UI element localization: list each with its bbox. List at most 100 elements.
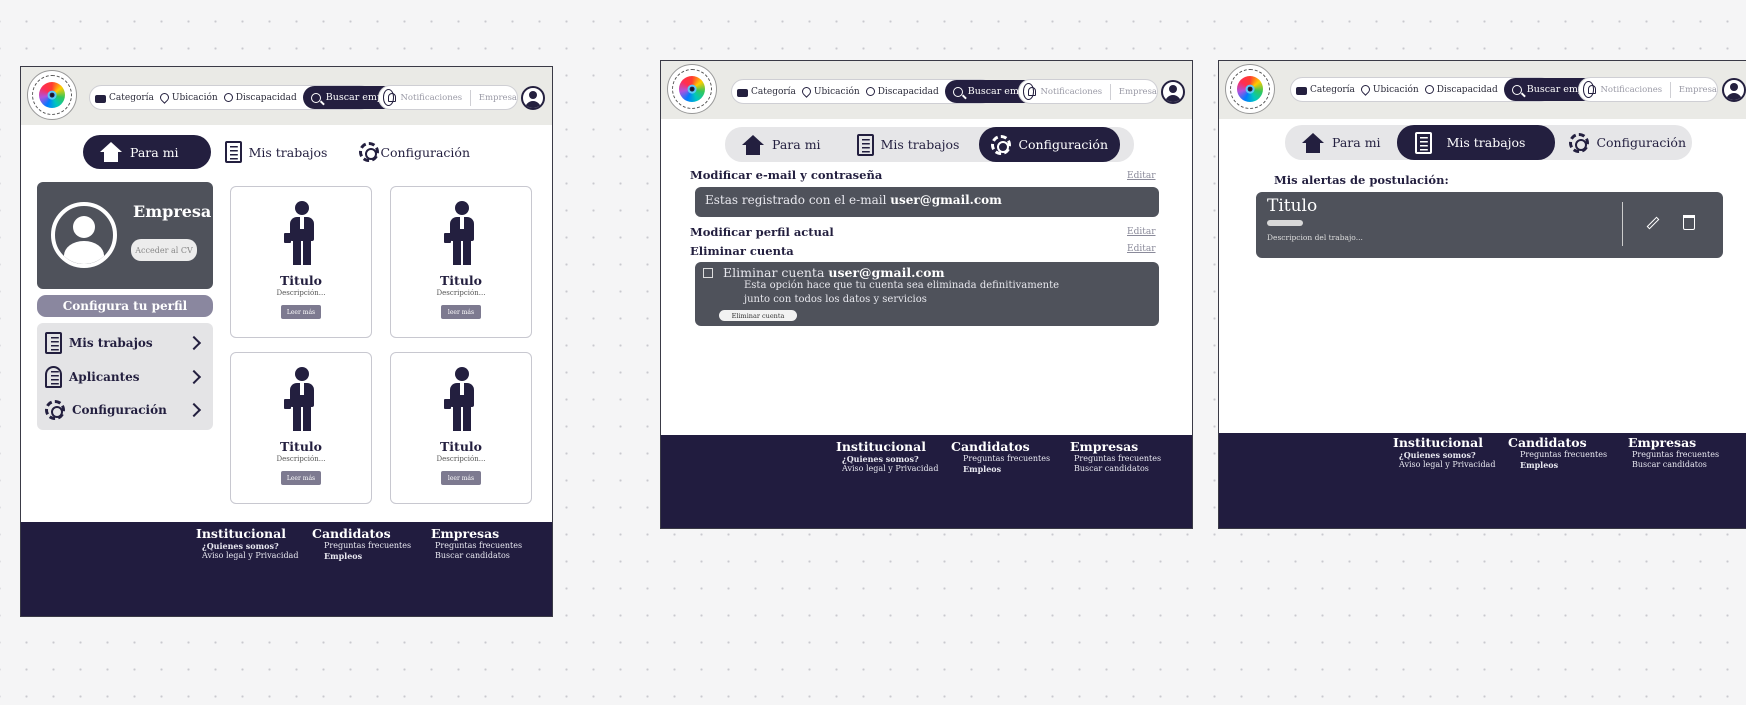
location-pin-icon	[1359, 83, 1372, 96]
footer-link[interactable]: Preguntas frecuentes	[435, 541, 522, 551]
section-title: Modificar perfil actual	[690, 225, 834, 239]
delete-account-checkbox[interactable]	[703, 268, 713, 278]
side-menu-item-mis-trabajos[interactable]: Mis trabajos	[45, 329, 205, 357]
home-icon	[1301, 132, 1325, 153]
edit-email-link[interactable]: Editar	[1127, 171, 1156, 181]
footer-link[interactable]: ¿Quienes somos?	[1399, 450, 1495, 460]
footer-link[interactable]: Buscar candidatos	[1632, 460, 1719, 470]
footer-link[interactable]: Empleos	[963, 464, 1050, 474]
disability-filter[interactable]: Discapacidad	[865, 87, 939, 97]
job-card[interactable]: Titulo Descripción... leer más	[390, 352, 532, 504]
side-menu-item-configuracion[interactable]: Configuración	[45, 396, 205, 424]
edit-icon[interactable]	[1646, 216, 1660, 230]
job-alert-card[interactable]: Titulo Descripcion del trabajo...	[1256, 192, 1723, 258]
company-link[interactable]: Empresa	[1679, 85, 1717, 95]
header: Categoría Ubicación Discapacidad Buscar …	[661, 61, 1192, 119]
home-icon	[99, 142, 123, 162]
wheelchair-icon	[865, 87, 875, 96]
job-card[interactable]: Titulo Descripción... leer más	[390, 186, 532, 338]
configure-profile-button[interactable]: Configura tu perfil	[37, 295, 213, 317]
new-vision-logo[interactable]	[27, 70, 77, 120]
location-pin-icon	[800, 85, 813, 98]
screen-para-mi: Categoría Ubicación Discapacidad Buscar …	[20, 66, 553, 617]
user-avatar-icon[interactable]	[521, 86, 545, 110]
company-link[interactable]: Empresa	[1119, 87, 1157, 97]
applicant-icon	[45, 366, 62, 388]
side-menu: Mis trabajos Aplicantes Configuración	[37, 323, 213, 430]
screen-mis-trabajos: Categoría Ubicación Discapacidad Buscar …	[1218, 60, 1746, 529]
footer-link[interactable]: Aviso legal y Privacidad	[1399, 460, 1495, 470]
category-filter[interactable]: Categoría	[95, 93, 154, 103]
edit-delete-link[interactable]: Editar	[1127, 244, 1156, 254]
category-filter[interactable]: Categoría	[1296, 85, 1355, 95]
header: Categoría Ubicación Discapacidad Buscar …	[21, 67, 552, 125]
footer-link[interactable]: Aviso legal y Privacidad	[202, 551, 298, 561]
footer-link[interactable]: Buscar candidatos	[435, 551, 522, 561]
businessman-icon	[284, 201, 317, 265]
search-icon	[952, 86, 963, 97]
briefcase-icon	[1296, 86, 1307, 95]
bell-icon[interactable]	[383, 89, 397, 106]
read-more-button[interactable]: leer más	[441, 305, 481, 319]
tab-bar: Para mi Mis trabajos Configuración	[83, 135, 482, 169]
read-more-button[interactable]: Leer más	[281, 305, 321, 319]
tab-configuracion[interactable]: Configuración	[347, 135, 482, 169]
tab-para-mi[interactable]: Para mi	[83, 135, 211, 169]
bell-icon[interactable]	[1583, 81, 1597, 98]
section-title: Modificar e-mail y contraseña	[690, 168, 883, 182]
disability-filter[interactable]: Discapacidad	[1424, 85, 1498, 95]
footer-link[interactable]: Preguntas frecuentes	[963, 454, 1050, 464]
read-more-button[interactable]: Leer más	[281, 471, 321, 485]
edit-profile-link[interactable]: Editar	[1127, 227, 1156, 237]
user-avatar-icon[interactable]	[1722, 78, 1746, 102]
user-avatar-icon[interactable]	[1161, 80, 1185, 104]
notifications-link[interactable]: Notificaciones	[1040, 87, 1102, 97]
footer-link[interactable]: ¿Quienes somos?	[202, 541, 298, 551]
footer-link[interactable]: Empleos	[324, 551, 411, 561]
new-vision-logo[interactable]	[1225, 64, 1275, 114]
tab-mis-trabajos[interactable]: Mis trabajos	[213, 135, 340, 169]
job-card[interactable]: Titulo Descripción... Leer más	[230, 186, 372, 338]
cv-icon	[1414, 131, 1432, 154]
profile-avatar-icon	[51, 202, 117, 268]
footer-link[interactable]: Preguntas frecuentes	[1074, 454, 1161, 464]
location-filter[interactable]: Ubicación	[158, 91, 218, 104]
access-cv-button[interactable]: Acceder al CV	[131, 239, 197, 261]
category-filter[interactable]: Categoría	[737, 87, 796, 97]
footer-link[interactable]: Preguntas frecuentes	[1520, 450, 1607, 460]
delete-account-button[interactable]: Eliminar cuenta	[719, 310, 797, 321]
footer-link[interactable]: ¿Quienes somos?	[842, 454, 938, 464]
footer: Institucional ¿Quienes somos? Aviso lega…	[1219, 433, 1746, 528]
read-more-button[interactable]: leer más	[441, 471, 481, 485]
notifications-link[interactable]: Notificaciones	[1600, 85, 1662, 95]
notifications-link[interactable]: Notificaciones	[400, 93, 462, 103]
footer-link[interactable]: Preguntas frecuentes	[1632, 450, 1719, 460]
bell-icon[interactable]	[1023, 83, 1037, 100]
wheelchair-icon	[1424, 85, 1434, 94]
tab-mis-trabajos[interactable]: Mis trabajos	[845, 127, 972, 162]
footer-link[interactable]: Preguntas frecuentes	[324, 541, 411, 551]
gear-icon	[991, 134, 1012, 155]
tab-para-mi[interactable]: Para mi	[1285, 125, 1397, 160]
trash-icon[interactable]	[1683, 215, 1695, 230]
search-icon	[1511, 84, 1522, 95]
chevron-right-icon	[186, 402, 202, 418]
gear-icon	[1569, 132, 1590, 153]
location-filter[interactable]: Ubicación	[1359, 83, 1419, 96]
tab-configuracion[interactable]: Configuración	[979, 127, 1121, 162]
company-link[interactable]: Empresa	[479, 93, 517, 103]
footer-link[interactable]: Empleos	[1520, 460, 1607, 470]
footer-link[interactable]: Aviso legal y Privacidad	[842, 464, 938, 474]
job-card[interactable]: Titulo Descripción... Leer más	[230, 352, 372, 504]
search-icon	[310, 92, 321, 103]
tab-mis-trabajos[interactable]: Mis trabajos	[1396, 125, 1556, 160]
tab-para-mi[interactable]: Para mi	[725, 127, 845, 162]
location-filter[interactable]: Ubicación	[800, 85, 860, 98]
new-vision-logo[interactable]	[667, 64, 717, 114]
disability-filter[interactable]: Discapacidad	[223, 93, 297, 103]
side-menu-item-aplicantes[interactable]: Aplicantes	[45, 363, 205, 391]
gear-icon	[45, 400, 65, 420]
tab-configuracion[interactable]: Configuración	[1557, 125, 1698, 160]
tab-bar: Para mi Mis trabajos Configuración	[725, 127, 1134, 162]
footer-link[interactable]: Buscar candidatos	[1074, 464, 1161, 474]
